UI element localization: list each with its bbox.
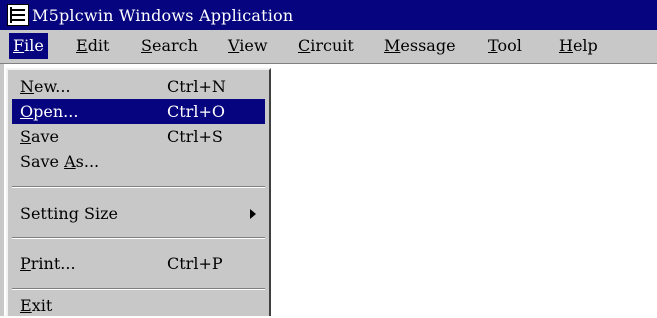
menu-bar: File Edit Search View Circuit Message To… (0, 30, 657, 64)
triangle-right-icon (250, 209, 256, 219)
menu-separator (12, 288, 265, 290)
menu-item-save[interactable]: Save Ctrl+S (12, 124, 265, 149)
menu-item-label: Exit (20, 296, 53, 315)
menu-item-label: Setting Size (20, 204, 119, 223)
menu-item-new[interactable]: New... Ctrl+N (12, 74, 265, 99)
menu-message[interactable]: Message (380, 33, 460, 59)
menu-file[interactable]: File (9, 33, 48, 59)
menu-item-save-as[interactable]: Save As... (12, 149, 265, 174)
menu-item-label: Open... (20, 102, 79, 121)
menu-item-shortcut: Ctrl+O (167, 102, 225, 121)
menu-view[interactable]: View (224, 33, 272, 59)
menu-item-shortcut: Ctrl+N (167, 77, 226, 96)
menu-separator (12, 186, 265, 188)
menu-circuit[interactable]: Circuit (294, 33, 358, 59)
menu-search[interactable]: Search (137, 33, 202, 59)
menu-separator (12, 237, 265, 239)
menu-item-shortcut: Ctrl+P (167, 254, 223, 273)
window-title: M5plcwin Windows Application (32, 5, 294, 25)
menu-item-label: Save (20, 127, 60, 146)
menu-help[interactable]: Help (555, 33, 602, 59)
title-bar[interactable]: M5plcwin Windows Application (0, 0, 657, 30)
menu-edit[interactable]: Edit (72, 33, 113, 59)
menu-item-label: Save As... (20, 152, 100, 171)
window-frame (0, 64, 4, 316)
app-document-icon[interactable] (7, 4, 29, 26)
menu-item-setting-size[interactable]: Setting Size (12, 201, 265, 226)
menu-item-print[interactable]: Print... Ctrl+P (12, 251, 265, 276)
menu-item-exit[interactable]: Exit (12, 293, 265, 318)
menu-item-open[interactable]: Open... Ctrl+O (12, 99, 265, 124)
menu-item-shortcut: Ctrl+S (167, 127, 223, 146)
menu-item-label: Print... (20, 254, 76, 273)
file-menu-dropdown: New... Ctrl+N Open... Ctrl+O Save Ctrl+S… (6, 68, 271, 316)
menu-tool[interactable]: Tool (484, 33, 526, 59)
menu-item-label: New... (20, 77, 71, 96)
